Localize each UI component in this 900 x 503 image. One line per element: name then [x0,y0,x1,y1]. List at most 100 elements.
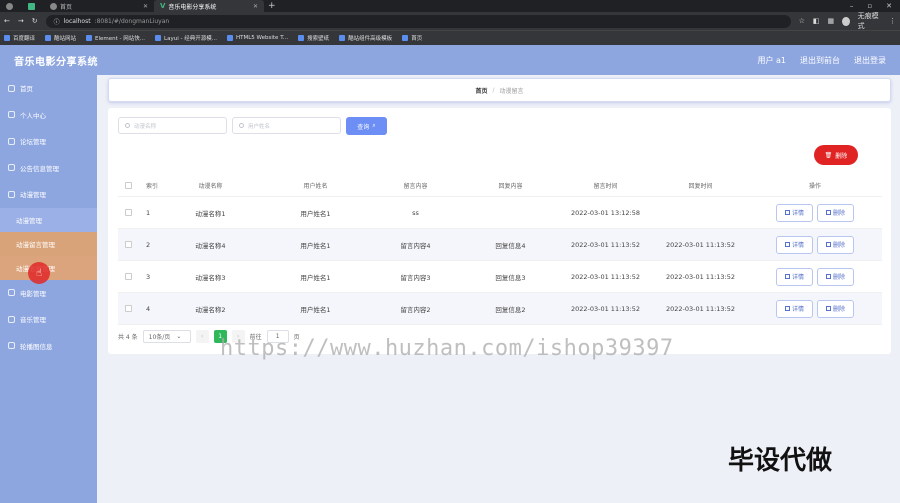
batch-delete-button[interactable]: 🗑 删除 [814,145,858,165]
hand-cursor-icon: ☝ [36,268,43,279]
browser-tab-3[interactable]: 首页 ✕ [44,0,154,12]
maximize-icon[interactable]: ▫ [867,2,872,10]
delete-button[interactable]: 删除 [817,203,854,222]
delete-button[interactable]: 删除 [817,299,854,318]
sidebar-item-movie[interactable]: 电影管理 [0,280,97,307]
breadcrumb-current: 动漫留言 [499,87,524,95]
bookmark-icon [86,35,93,41]
header-index: 索引 [146,182,159,190]
table-row: 1 动漫名称1 用户姓名1 ss 2022-03-01 13:12:58 详情 … [118,197,882,229]
sidebar-item-home[interactable]: 首页 [0,75,97,102]
browser-tab-1[interactable] [0,0,22,12]
bookmark-item[interactable]: Element - 网站快... [86,34,145,42]
table-header-row: 索引 动漫名称 用户姓名 留言内容 回复内容 留言时间 回复时间 操作 [118,174,882,197]
new-tab-icon[interactable]: + [268,1,276,11]
browser-tab-bar: 首页 ✕ V 音乐电影分享系统 ✕ + – ▫ ✕ [0,0,900,12]
delete-button[interactable]: 删除 [817,235,854,254]
row-checkbox[interactable] [124,305,132,312]
close-tab-icon[interactable]: ✕ [143,3,148,10]
breadcrumb-separator: / [492,86,495,94]
trash-icon [825,210,831,215]
bookmark-icon [339,35,346,41]
home-icon [8,84,15,92]
detail-button[interactable]: 详情 [776,235,813,254]
profile-label[interactable]: 无痕模式 [858,11,881,31]
user-name-search-input[interactable]: 用户姓名 [232,117,341,134]
bookmark-icon [4,35,10,41]
select-all-checkbox[interactable] [124,181,132,189]
detail-icon [784,242,790,247]
current-user: 用户 a1 [757,55,786,65]
table-row: 2 动漫名称4 用户姓名1 留言内容4 回复信息4 2022-03-01 11:… [118,229,882,261]
tab-label: 首页 [60,3,73,11]
sidebar-item-forum[interactable]: 论坛管理 [0,128,97,155]
search-icon [125,123,130,128]
cast-icon[interactable]: ◧ [813,17,820,25]
detail-icon [784,210,790,215]
detail-button[interactable]: 详情 [776,299,813,318]
bookmark-icon [45,35,52,41]
page-size-select[interactable]: 10条/页 ⌄ [142,330,191,343]
minimize-icon[interactable]: – [850,2,854,10]
browser-tab-active[interactable]: V 音乐电影分享系统 ✕ [154,0,264,12]
sidebar-item-profile[interactable]: 个人中心 [0,102,97,129]
search-row: 动漫名称 用户姓名 查询 ⌕ [118,117,387,135]
bookmark-item[interactable]: 首页 [402,34,422,42]
total-count: 共 4 条 [118,334,138,341]
sidebar-subitem-anime-manage[interactable]: 动漫管理 [0,207,97,232]
bookmark-icon [298,35,305,41]
detail-button[interactable]: 详情 [776,267,813,286]
close-window-icon[interactable]: ✕ [886,2,892,10]
row-checkbox[interactable] [124,273,132,280]
star-icon[interactable]: ☆ [799,17,805,25]
app-title: 音乐电影分享系统 [14,56,98,68]
bookmark-icon [155,35,162,41]
bookmark-item[interactable]: HTML5 Website T... [226,35,288,41]
github-icon [6,2,13,10]
address-bar-row: ← → ↻ ⓘ localhost:8081/#/dongmanLiuyan ☆… [0,12,900,30]
sidebar-item-anime[interactable]: 动漫管理 [0,181,97,208]
table-row: 3 动漫名称3 用户姓名1 留言内容3 回复信息3 2022-03-01 11:… [118,261,882,293]
bookmarks-bar: 百度翻译 酷站网站 Element - 网站快... Layui - 经典开源模… [0,30,900,45]
window-controls: – ▫ ✕ [850,2,900,10]
bookmark-item[interactable]: 酷站网站 [45,34,76,42]
image-icon [8,342,15,350]
forward-icon[interactable]: → [18,17,24,25]
app-icon [28,2,35,10]
music-icon [8,315,15,323]
movie-icon [8,289,15,297]
back-to-front-link[interactable]: 退出到前台 [800,55,840,66]
sidebar-item-music[interactable]: 音乐管理 [0,306,97,333]
header-user-name: 用户姓名 [303,182,328,190]
detail-button[interactable]: 详情 [776,203,813,222]
prev-page-button[interactable]: ‹ [195,330,209,343]
extensions-icon[interactable]: ▦ [828,17,835,25]
bookmark-item[interactable]: 百度翻译 [4,34,35,42]
incognito-avatar [842,16,850,26]
app-header: 音乐电影分享系统 用户 a1 退出到前台 退出登录 [0,45,900,75]
close-tab-icon[interactable]: ✕ [253,3,258,10]
trash-icon: 🗑 [824,151,833,159]
bookmark-icon [226,35,233,41]
back-icon[interactable]: ← [4,17,10,25]
bookmark-item[interactable]: Layui - 经典开源模... [155,34,217,42]
bookmark-item[interactable]: 酷站组件高级模板 [339,34,392,42]
sidebar-subitem-anime-comments[interactable]: 动漫留言管理 [0,231,97,256]
url-field[interactable]: ⓘ localhost:8081/#/dongmanLiuyan [45,14,791,28]
browser-tab-2[interactable] [22,0,44,12]
reload-icon[interactable]: ↻ [32,17,38,25]
sidebar-item-carousel[interactable]: 轮播图信息 [0,333,97,360]
bookmark-icon [402,35,409,41]
logout-link[interactable]: 退出登录 [854,55,886,66]
query-button[interactable]: 查询 ⌕ [346,117,387,135]
breadcrumb-home[interactable]: 首页 [475,86,487,95]
row-checkbox[interactable] [124,241,132,248]
bookmark-item[interactable]: 搜索壁纸 [298,34,329,42]
delete-button[interactable]: 删除 [817,267,854,286]
sidebar-item-notice[interactable]: 公告信息管理 [0,155,97,182]
anime-name-search-input[interactable]: 动漫名称 [118,117,227,134]
globe-icon [50,2,57,10]
menu-icon[interactable]: ⋮ [889,17,896,25]
row-checkbox[interactable] [124,209,132,216]
trash-icon [825,306,831,311]
